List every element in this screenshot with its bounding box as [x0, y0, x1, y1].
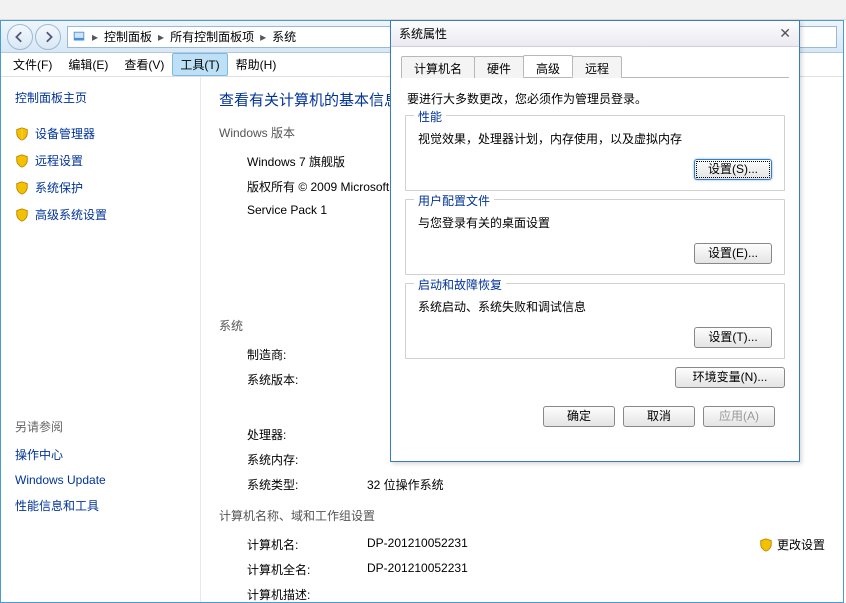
- tab-hardware[interactable]: 硬件: [474, 56, 524, 78]
- sidebar-item-device-manager[interactable]: 设备管理器: [15, 120, 186, 147]
- startup-settings-button[interactable]: 设置(T)...: [694, 327, 772, 348]
- shield-icon: [15, 154, 29, 168]
- shield-icon: [15, 127, 29, 141]
- sidebar-item-label: 设备管理器: [35, 125, 95, 142]
- env-vars-button[interactable]: 环境变量(N)...: [675, 367, 785, 388]
- chevron-right-icon: ▸: [156, 30, 166, 44]
- cname-key: 计算机名:: [247, 536, 367, 553]
- group-title: 性能: [414, 108, 446, 125]
- breadcrumb-root[interactable]: 控制面板: [104, 28, 152, 45]
- dialog-close-icon[interactable]: ✕: [779, 25, 791, 42]
- group-title: 启动和故障恢复: [414, 276, 506, 293]
- seealso-title: 另请参阅: [15, 418, 186, 435]
- sidebar-item-advanced[interactable]: 高级系统设置: [15, 201, 186, 228]
- net-label: 计算机名称、域和工作组设置: [219, 507, 825, 524]
- tab-advanced[interactable]: 高级: [523, 55, 573, 77]
- menu-tools[interactable]: 工具(T): [172, 53, 227, 76]
- sidebar-item-label: Windows Update: [15, 473, 106, 487]
- sysver-key: 系统版本:: [247, 371, 367, 388]
- menu-view[interactable]: 查看(V): [116, 53, 172, 76]
- breadcrumb-leaf[interactable]: 系统: [272, 28, 296, 45]
- shield-icon: [15, 181, 29, 195]
- chevron-right-icon: ▸: [90, 30, 100, 44]
- background-window-edge: [0, 0, 846, 20]
- menu-file[interactable]: 文件(F): [5, 53, 60, 76]
- cancel-button[interactable]: 取消: [623, 406, 695, 427]
- mem-key: 系统内存:: [247, 451, 367, 468]
- tab-remote[interactable]: 远程: [572, 56, 622, 78]
- dialog-tabs: 计算机名 硬件 高级 远程: [401, 55, 789, 78]
- tab-computer-name[interactable]: 计算机名: [401, 56, 475, 78]
- cfull-key: 计算机全名:: [247, 561, 367, 578]
- winver-edition: Windows 7 旗舰版: [247, 153, 367, 170]
- shield-icon: [15, 208, 29, 222]
- shield-icon: [759, 538, 773, 552]
- perf-settings-button[interactable]: 设置(S)...: [694, 159, 772, 180]
- menu-help[interactable]: 帮助(H): [228, 53, 285, 76]
- sidebar: 控制面板主页 设备管理器 远程设置 系统保护 高级系统设置: [1, 77, 201, 602]
- change-settings-link[interactable]: 更改设置: [759, 536, 825, 553]
- sidebar-item-label: 系统保护: [35, 179, 83, 196]
- forward-button[interactable]: [35, 24, 61, 50]
- group-title: 用户配置文件: [414, 192, 494, 209]
- dialog-title: 系统属性: [399, 25, 447, 42]
- cfull-val: DP-201210052231: [367, 561, 825, 578]
- back-button[interactable]: [7, 24, 33, 50]
- system-icon: [72, 30, 86, 44]
- group-startup-recovery: 启动和故障恢复 系统启动、系统失败和调试信息 设置(T)...: [405, 283, 785, 359]
- menu-edit[interactable]: 编辑(E): [60, 53, 116, 76]
- manuf-key: 制造商:: [247, 346, 367, 363]
- group-user-profile: 用户配置文件 与您登录有关的桌面设置 设置(E)...: [405, 199, 785, 275]
- change-settings-label: 更改设置: [777, 536, 825, 553]
- chevron-right-icon: ▸: [258, 30, 268, 44]
- winver-copyright: 版权所有 © 2009 Microsoft: [247, 178, 389, 195]
- ok-button[interactable]: 确定: [543, 406, 615, 427]
- seealso-action-center[interactable]: 操作中心: [15, 441, 186, 468]
- sidebar-item-remote[interactable]: 远程设置: [15, 147, 186, 174]
- seealso-performance[interactable]: 性能信息和工具: [15, 492, 186, 519]
- winver-sp: Service Pack 1: [247, 203, 367, 217]
- breadcrumb-mid[interactable]: 所有控制面板项: [170, 28, 254, 45]
- sidebar-item-label: 性能信息和工具: [15, 497, 99, 514]
- cname-val: DP-201210052231: [367, 536, 759, 553]
- sidebar-home-link[interactable]: 控制面板主页: [15, 89, 186, 106]
- group-desc: 系统启动、系统失败和调试信息: [418, 298, 772, 315]
- cpu-key: 处理器:: [247, 426, 367, 443]
- cdesc-key: 计算机描述:: [247, 586, 367, 602]
- sidebar-item-label: 操作中心: [15, 446, 63, 463]
- group-desc: 视觉效果，处理器计划，内存使用，以及虚拟内存: [418, 130, 772, 147]
- type-key: 系统类型:: [247, 476, 367, 493]
- sidebar-item-label: 高级系统设置: [35, 206, 107, 223]
- system-properties-dialog: 系统属性 ✕ 计算机名 硬件 高级 远程 要进行大多数更改，您必须作为管理员登录…: [390, 20, 800, 462]
- profile-settings-button[interactable]: 设置(E)...: [694, 243, 772, 264]
- cdesc-val: [367, 586, 825, 602]
- admin-notice: 要进行大多数更改，您必须作为管理员登录。: [401, 86, 789, 115]
- sidebar-item-label: 远程设置: [35, 152, 83, 169]
- seealso-windows-update[interactable]: Windows Update: [15, 468, 186, 492]
- sidebar-item-protection[interactable]: 系统保护: [15, 174, 186, 201]
- group-desc: 与您登录有关的桌面设置: [418, 214, 772, 231]
- apply-button[interactable]: 应用(A): [703, 406, 775, 427]
- type-val: 32 位操作系统: [367, 476, 825, 493]
- group-performance: 性能 视觉效果，处理器计划，内存使用，以及虚拟内存 设置(S)...: [405, 115, 785, 191]
- dialog-titlebar[interactable]: 系统属性 ✕: [391, 21, 799, 47]
